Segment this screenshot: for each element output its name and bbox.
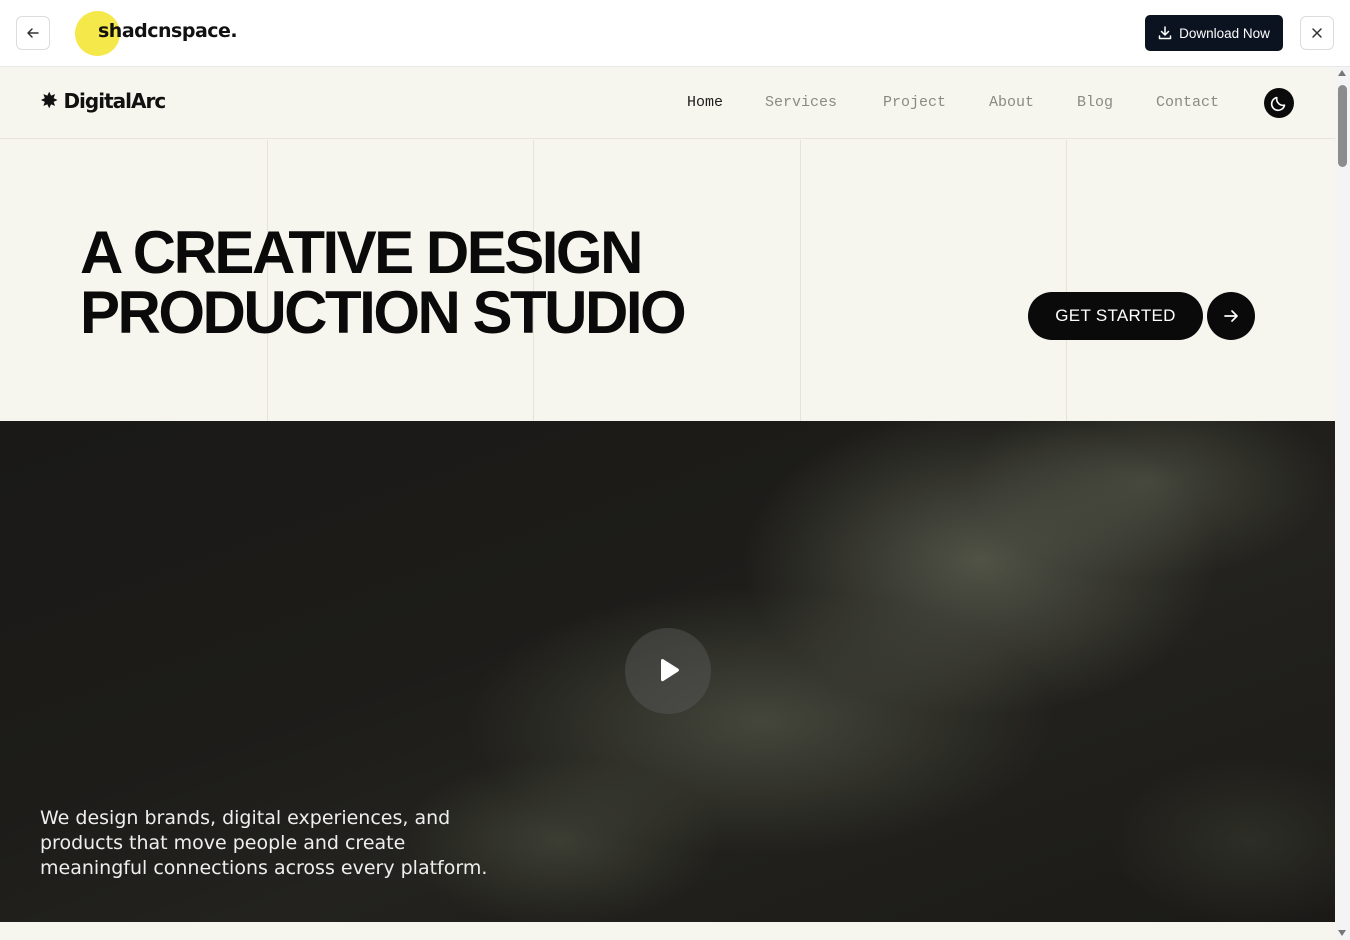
- hero-section: A CREATIVE DESIGN PRODUCTION STUDIO GET …: [0, 140, 1335, 421]
- play-button[interactable]: [625, 628, 711, 714]
- play-icon: [661, 658, 679, 682]
- scroll-up-arrow[interactable]: [1338, 70, 1346, 76]
- get-started-arrow-button[interactable]: [1207, 292, 1255, 340]
- preview-topbar: shadcnspace. Download Now: [0, 0, 1350, 67]
- headline-line-2: PRODUCTION STUDIO: [80, 279, 687, 346]
- arrow-right-icon: [1224, 310, 1238, 322]
- asterisk-icon: ✸: [40, 88, 59, 113]
- download-label: Download Now: [1179, 25, 1270, 41]
- nav-project[interactable]: Project: [883, 94, 946, 111]
- back-button[interactable]: [16, 16, 50, 50]
- download-button[interactable]: Download Now: [1145, 15, 1283, 51]
- close-button[interactable]: [1300, 16, 1334, 50]
- arrow-left-icon: [27, 28, 39, 38]
- site-logo[interactable]: ✸ DigitalArc: [40, 88, 166, 113]
- site-navbar: ✸ DigitalArc Home Services Project About…: [0, 67, 1335, 139]
- video-caption: We design brands, digital experiences, a…: [40, 807, 488, 879]
- site-preview: ✸ DigitalArc Home Services Project About…: [0, 67, 1335, 940]
- logo-text: DigitalArc: [63, 89, 166, 113]
- scroll-down-arrow[interactable]: [1338, 930, 1346, 936]
- brand-name[interactable]: shadcnspace.: [98, 20, 238, 42]
- moon-icon: [1270, 96, 1286, 112]
- nav-blog[interactable]: Blog: [1077, 94, 1113, 111]
- nav-home[interactable]: Home: [687, 94, 723, 111]
- nav-services[interactable]: Services: [765, 94, 837, 111]
- nav-contact[interactable]: Contact: [1156, 94, 1219, 111]
- grid-line: [800, 140, 801, 421]
- theme-toggle-button[interactable]: [1264, 88, 1294, 118]
- hero-video[interactable]: We design brands, digital experiences, a…: [0, 421, 1335, 922]
- download-icon: [1158, 26, 1172, 40]
- scroll-thumb[interactable]: [1338, 85, 1347, 167]
- nav-about[interactable]: About: [989, 94, 1034, 111]
- close-icon: [1312, 28, 1322, 38]
- grid-line: [1066, 140, 1067, 421]
- scrollbar[interactable]: [1335, 67, 1350, 940]
- hero-headline: A CREATIVE DESIGN PRODUCTION STUDIO: [80, 223, 687, 346]
- get-started-button[interactable]: GET STARTED: [1028, 292, 1203, 340]
- headline-line-1: A CREATIVE DESIGN: [80, 219, 643, 286]
